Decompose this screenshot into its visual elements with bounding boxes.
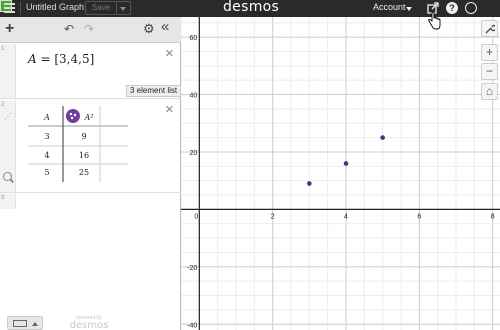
x-tick-label: 2: [271, 213, 275, 220]
expression-input[interactable]: A = [3,4,5]: [28, 52, 94, 66]
account-button[interactable]: Account: [373, 2, 406, 12]
language-globe-icon[interactable]: [465, 2, 477, 14]
chevron-down-icon[interactable]: [406, 7, 412, 11]
hamburger-menu-icon[interactable]: [4, 3, 15, 13]
y-tick-label: -40: [187, 322, 197, 329]
expression-toolbar: + ↶ ↷ ⚙ «: [0, 17, 181, 43]
undo-icon[interactable]: ↶: [64, 22, 74, 36]
expression-panel: + ↶ ↷ ⚙ « 1 A = [3,4,5] × 3 element list…: [0, 17, 182, 330]
keyboard-toggle-button[interactable]: [7, 316, 43, 330]
data-point: [380, 135, 385, 140]
save-dropdown-button[interactable]: [117, 1, 131, 15]
graph-svg[interactable]: 0 2 4 6 8 -40 -20 20 40 60: [181, 17, 500, 330]
table-cell[interactable]: 4: [31, 147, 63, 165]
divider: [20, 2, 21, 15]
y-tick-label: -20: [187, 265, 197, 272]
save-button[interactable]: Save: [85, 1, 117, 15]
graph-settings-wrench-icon[interactable]: [481, 20, 498, 37]
graph-title[interactable]: Untitled Graph: [26, 2, 84, 12]
empty-expression[interactable]: 3: [0, 194, 16, 209]
delete-expression-icon[interactable]: ×: [165, 102, 174, 117]
powered-by-desmos: powered by desmos: [66, 315, 112, 330]
desmos-logo: desmos: [223, 0, 280, 15]
delete-expression-icon[interactable]: ×: [165, 46, 174, 61]
zoom-fit-icon[interactable]: [3, 172, 12, 181]
help-icon[interactable]: ?: [446, 2, 458, 14]
expression-number: 1: [1, 46, 5, 52]
list-variable: A: [28, 52, 37, 66]
data-point: [343, 161, 349, 166]
table-header-a-squared[interactable]: A²: [73, 109, 105, 127]
chevron-up-icon: [32, 322, 38, 326]
gear-icon[interactable]: ⚙: [143, 21, 155, 37]
table-header-a[interactable]: A: [31, 109, 63, 127]
list-value: = [3,4,5]: [40, 52, 95, 66]
powered-by-brand: desmos: [69, 320, 109, 330]
table-cell[interactable]: 3: [31, 128, 63, 146]
keyboard-icon: [13, 320, 27, 327]
table-cell: 25: [78, 168, 90, 177]
y-tick-label: 60: [190, 35, 198, 42]
table-drag-icon[interactable]: ⋰: [4, 112, 12, 121]
y-tick-label: 40: [190, 93, 198, 100]
x-tick-label: 0: [194, 213, 198, 220]
zoom-in-button[interactable]: +: [481, 44, 498, 61]
graph-canvas[interactable]: 0 2 4 6 8 -40 -20 20 40 60: [181, 17, 500, 330]
expression-gutter: 1: [0, 44, 16, 98]
x-tick-label: 4: [344, 213, 348, 220]
table-cell[interactable]: 5: [31, 164, 63, 182]
expression-gutter: 2 ⋰: [0, 100, 16, 192]
home-icon[interactable]: ⌂: [481, 83, 498, 100]
redo-icon[interactable]: ↷: [84, 22, 94, 36]
collapse-panel-icon[interactable]: «: [161, 18, 169, 35]
table-expression[interactable]: 2 ⋰ × A A² 3 9 4 16 5 25: [0, 100, 181, 193]
top-bar: Untitled Graph Save desmos Account ?: [0, 0, 500, 17]
expression-number: 3: [1, 195, 5, 201]
y-tick-label: 20: [190, 150, 198, 157]
zoom-out-button[interactable]: −: [481, 63, 498, 80]
expression-list-item[interactable]: 1 A = [3,4,5] × 3 element list: [0, 44, 182, 99]
table-cell: 16: [78, 151, 90, 160]
table-cell: 9: [81, 132, 87, 141]
x-tick-label: 6: [417, 213, 421, 220]
expression-number: 2: [1, 102, 5, 108]
hand-cursor-icon: [428, 12, 441, 30]
data-point: [307, 181, 312, 186]
x-tick-label: 8: [491, 213, 495, 220]
add-expression-button[interactable]: +: [5, 20, 14, 38]
list-info-badge: 3 element list: [126, 85, 182, 97]
